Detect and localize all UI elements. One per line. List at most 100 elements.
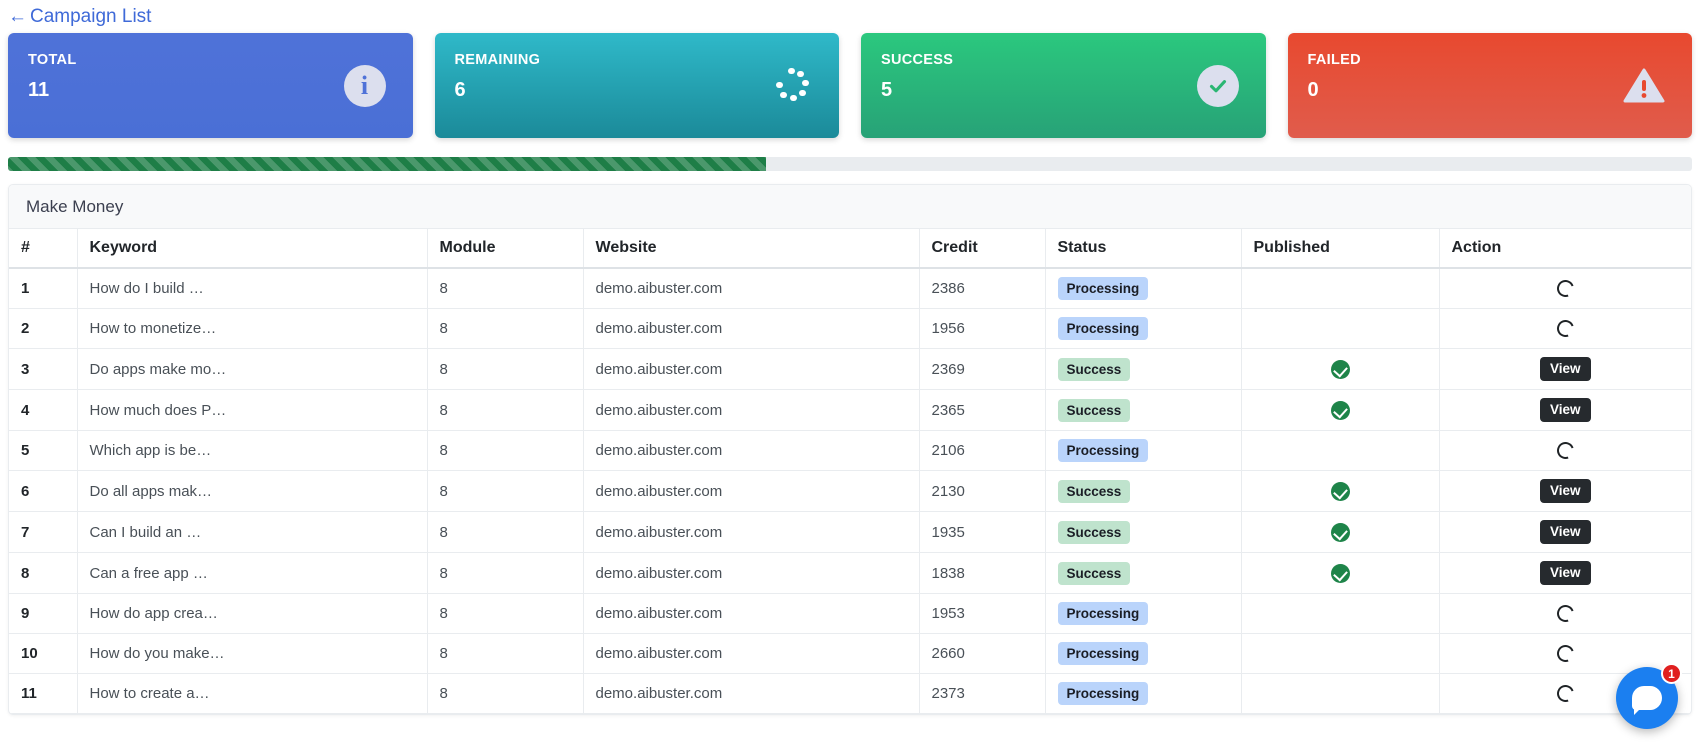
cell-index: 6	[9, 470, 78, 512]
table-row: 8 Can a free app … 8 demo.aibuster.com 1838 S…	[9, 552, 1691, 594]
cell-status: Success	[1045, 552, 1242, 594]
cell-index: 9	[9, 593, 78, 634]
cell-credit: 2130	[919, 470, 1046, 512]
column-header-website: Website	[583, 229, 920, 269]
table-row: 9 How do app crea… 8 demo.aibuster.com 1953 P…	[9, 593, 1691, 634]
cell-index: 10	[9, 633, 78, 674]
cell-credit: 2386	[919, 268, 1046, 309]
cell-credit: 2660	[919, 633, 1046, 674]
warning-triangle-icon	[1622, 64, 1666, 108]
cell-action: View	[1439, 511, 1691, 553]
cell-status: Success	[1045, 389, 1242, 431]
cell-status: Processing	[1045, 673, 1242, 714]
status-badge: Success	[1057, 520, 1131, 544]
chat-unread-badge: 1	[1661, 663, 1682, 684]
cell-action: View	[1439, 389, 1691, 431]
cell-index: 3	[9, 348, 78, 390]
cell-published	[1241, 511, 1440, 553]
cell-module: 8	[427, 511, 584, 553]
status-badge: Processing	[1057, 602, 1149, 625]
cell-action: View	[1439, 470, 1691, 512]
cell-action: View	[1439, 348, 1691, 390]
cell-module: 8	[427, 552, 584, 594]
back-to-campaign-list-link[interactable]: ← Campaign List	[8, 4, 151, 30]
table-row: 5 Which app is be… 8 demo.aibuster.com 2106 P…	[9, 430, 1691, 471]
cell-keyword: Do apps make mo…	[77, 348, 428, 390]
stat-card-success-value: 5	[881, 79, 893, 101]
stat-card-remaining[interactable]: REMAINING 6	[434, 33, 839, 138]
status-badge: Success	[1057, 561, 1131, 585]
cell-module: 8	[427, 470, 584, 512]
published-check-icon	[1330, 400, 1350, 420]
cell-published	[1241, 673, 1440, 714]
cell-published	[1241, 470, 1440, 512]
cell-index: 2	[9, 308, 78, 349]
cell-module: 8	[427, 389, 584, 431]
check-circle-icon	[1196, 64, 1240, 108]
cell-keyword: How do app crea…	[77, 593, 428, 634]
stat-card-total[interactable]: TOTAL 11 i	[8, 33, 413, 138]
published-check-icon	[1330, 359, 1350, 379]
column-header-credit: Credit	[919, 229, 1046, 269]
status-badge: Processing	[1057, 317, 1149, 340]
cell-website: demo.aibuster.com	[583, 552, 920, 594]
panel-title: Make Money	[9, 185, 1691, 229]
table-row: 11 How to create a… 8 demo.aibuster.com 2373…	[9, 673, 1691, 714]
cell-credit: 1838	[919, 552, 1046, 594]
stat-card-success[interactable]: SUCCESS 5	[861, 33, 1266, 138]
spinner-dots-icon	[769, 64, 813, 108]
cell-module: 8	[427, 673, 584, 714]
cell-index: 11	[9, 673, 78, 714]
cell-website: demo.aibuster.com	[583, 633, 920, 674]
stat-card-remaining-value: 6	[454, 79, 466, 101]
stat-card-success-title: SUCCESS	[881, 52, 954, 68]
campaign-progress-bar	[8, 157, 766, 171]
table-row: 7 Can I build an … 8 demo.aibuster.com 1935 S…	[9, 511, 1691, 553]
table-row: 4 How much does P… 8 demo.aibuster.com 2365 S…	[9, 389, 1691, 431]
keywords-table: # Keyword Module Website Credit Status P…	[9, 229, 1691, 714]
column-header-action: Action	[1439, 229, 1691, 269]
view-button[interactable]: View	[1539, 479, 1591, 503]
cell-index: 8	[9, 552, 78, 594]
chat-widget[interactable]: 1	[1616, 663, 1682, 729]
table-row: 10 How do you make… 8 demo.aibuster.com 2660…	[9, 633, 1691, 674]
stat-card-failed[interactable]: FAILED 0	[1287, 33, 1692, 138]
table-header-row: # Keyword Module Website Credit Status P…	[9, 229, 1691, 269]
cell-published	[1241, 552, 1440, 594]
status-badge: Success	[1057, 357, 1131, 381]
cell-module: 8	[427, 633, 584, 674]
campaign-detail-page: ← Campaign List TOTAL 11 i REMAINING 6 S…	[0, 0, 1700, 747]
cell-published	[1241, 348, 1440, 390]
cell-credit: 2373	[919, 673, 1046, 714]
cell-status: Processing	[1045, 268, 1242, 309]
status-badge: Processing	[1057, 642, 1149, 665]
cell-published	[1241, 308, 1440, 349]
cell-status: Processing	[1045, 308, 1242, 349]
cell-published	[1241, 389, 1440, 431]
stat-card-failed-title: FAILED	[1307, 52, 1361, 68]
cell-published	[1241, 268, 1440, 309]
stat-card-row: TOTAL 11 i REMAINING 6 SUCCESS 5 FAILED …	[8, 33, 1692, 138]
cell-published	[1241, 633, 1440, 674]
status-badge: Processing	[1057, 277, 1149, 300]
cell-status: Success	[1045, 348, 1242, 390]
info-icon: i	[343, 64, 387, 108]
view-button[interactable]: View	[1539, 357, 1591, 381]
status-badge: Processing	[1057, 682, 1149, 705]
view-button[interactable]: View	[1539, 398, 1591, 422]
table-row: 3 Do apps make mo… 8 demo.aibuster.com 2369 S…	[9, 348, 1691, 390]
status-badge: Success	[1057, 398, 1131, 422]
cell-credit: 2369	[919, 348, 1046, 390]
cell-keyword: How to monetize…	[77, 308, 428, 349]
view-button[interactable]: View	[1539, 561, 1591, 585]
cell-status: Processing	[1045, 593, 1242, 634]
cell-keyword: Can a free app …	[77, 552, 428, 594]
table-body: 1 How do I build … 8 demo.aibuster.com 2386 P…	[9, 268, 1691, 714]
cell-credit: 2106	[919, 430, 1046, 471]
cell-keyword: How do I build …	[77, 268, 428, 309]
cell-website: demo.aibuster.com	[583, 470, 920, 512]
view-button[interactable]: View	[1539, 520, 1591, 544]
cell-website: demo.aibuster.com	[583, 389, 920, 431]
loading-spinner-icon	[1553, 317, 1577, 341]
column-header-module: Module	[427, 229, 584, 269]
